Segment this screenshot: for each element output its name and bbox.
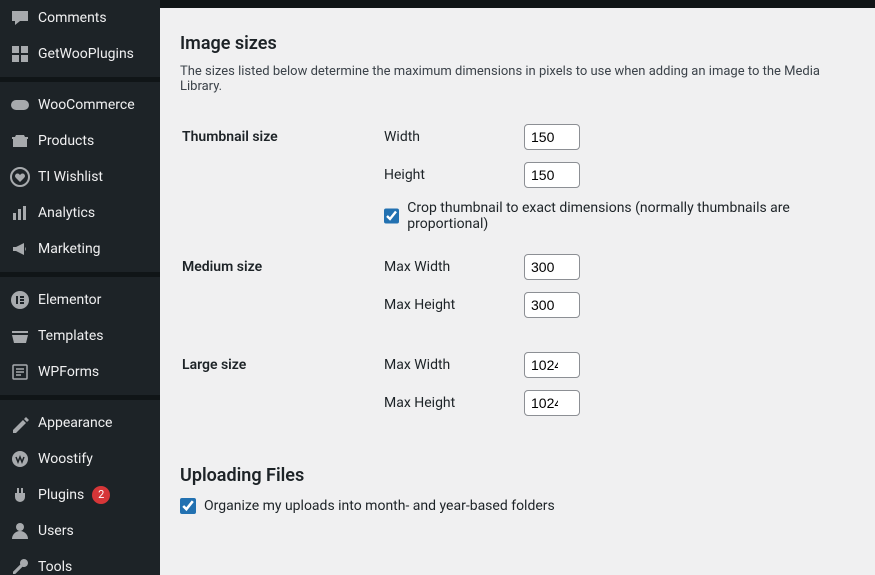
marketing-icon: [10, 239, 30, 259]
sidebar-item-label: Tools: [38, 559, 72, 575]
sidebar-item-label: Marketing: [38, 241, 101, 257]
organize-uploads-label: Organize my uploads into month- and year…: [204, 498, 555, 514]
sidebar-item-users[interactable]: Users: [0, 513, 160, 549]
sidebar-separator: [0, 395, 160, 400]
sidebar-item-label: Templates: [38, 328, 104, 344]
heart-icon: [10, 167, 30, 187]
sidebar-item-woostify[interactable]: Woostify: [0, 441, 160, 477]
sidebar-item-products[interactable]: Products: [0, 123, 160, 159]
crop-thumbnail-label: Crop thumbnail to exact dimensions (norm…: [407, 200, 853, 232]
sidebar-item-label: WooCommerce: [38, 97, 135, 113]
medium-maxw-label: Max Width: [384, 259, 504, 275]
woostify-icon: [10, 449, 30, 469]
crop-thumbnail-checkbox[interactable]: [384, 208, 399, 224]
sidebar-item-label: TI Wishlist: [38, 169, 103, 185]
sidebar-item-getwooplugins[interactable]: GetWooPlugins: [0, 36, 160, 72]
organize-uploads-checkbox[interactable]: [180, 498, 196, 514]
sidebar-item-templates[interactable]: Templates: [0, 318, 160, 354]
sidebar-item-label: Appearance: [38, 415, 112, 431]
comments-icon: [10, 8, 30, 28]
thumbnail-width-input[interactable]: [524, 124, 580, 150]
large-maxh-label: Max Height: [384, 395, 504, 411]
sidebar-item-label: Woostify: [38, 451, 93, 467]
sidebar-separator: [0, 77, 160, 82]
medium-maxh-input[interactable]: [524, 292, 580, 318]
large-maxh-input[interactable]: [524, 390, 580, 416]
sidebar-item-label: Products: [38, 133, 94, 149]
main-content: Image sizes The sizes listed below deter…: [160, 0, 875, 575]
large-row-label: Large size: [182, 342, 382, 438]
thumbnail-row-label: Thumbnail size: [182, 114, 382, 242]
tools-icon: [10, 557, 30, 575]
sidebar-item-label: WPForms: [38, 364, 99, 380]
sidebar-item-label: GetWooPlugins: [38, 46, 134, 62]
sidebar-item-label: Elementor: [38, 292, 101, 308]
medium-maxh-label: Max Height: [384, 297, 504, 313]
sidebar-item-appearance[interactable]: Appearance: [0, 405, 160, 441]
templates-icon: [10, 326, 30, 346]
sidebar-item-comments[interactable]: Comments: [0, 0, 160, 36]
elementor-icon: [10, 290, 30, 310]
medium-maxw-input[interactable]: [524, 254, 580, 280]
sidebar-item-elementor[interactable]: Elementor: [0, 282, 160, 318]
top-strip: [160, 0, 875, 8]
users-icon: [10, 521, 30, 541]
sidebar-item-analytics[interactable]: Analytics: [0, 195, 160, 231]
image-sizes-form: Thumbnail size Width Height Crop thumbna…: [180, 112, 855, 440]
appearance-icon: [10, 413, 30, 433]
plugins-icon: [10, 485, 30, 505]
large-maxw-input[interactable]: [524, 352, 580, 378]
products-icon: [10, 131, 30, 151]
thumbnail-height-label: Height: [384, 167, 504, 183]
wpforms-icon: [10, 362, 30, 382]
sidebar-item-label: Users: [38, 523, 74, 539]
admin-sidebar: Comments GetWooPlugins WooCommerce Produ…: [0, 0, 160, 575]
sidebar-item-marketing[interactable]: Marketing: [0, 231, 160, 267]
sidebar-separator: [0, 272, 160, 277]
uploading-files-heading: Uploading Files: [180, 465, 855, 486]
settings-media-page: Image sizes The sizes listed below deter…: [160, 8, 875, 529]
sidebar-item-woocommerce[interactable]: WooCommerce: [0, 87, 160, 123]
sidebar-item-ti-wishlist[interactable]: TI Wishlist: [0, 159, 160, 195]
thumbnail-height-input[interactable]: [524, 162, 580, 188]
medium-row-label: Medium size: [182, 244, 382, 340]
sidebar-item-label: Analytics: [38, 205, 95, 221]
woocommerce-icon: [10, 95, 30, 115]
large-maxw-label: Max Width: [384, 357, 504, 373]
analytics-icon: [10, 203, 30, 223]
image-sizes-desc: The sizes listed below determine the max…: [180, 64, 855, 94]
sidebar-item-label: Comments: [38, 10, 107, 26]
sidebar-item-wpforms[interactable]: WPForms: [0, 354, 160, 390]
sidebar-item-plugins[interactable]: Plugins 2: [0, 477, 160, 513]
thumbnail-width-label: Width: [384, 129, 504, 145]
sidebar-item-label: Plugins: [38, 487, 84, 503]
update-badge: 2: [92, 486, 110, 504]
gwp-icon: [10, 44, 30, 64]
image-sizes-heading: Image sizes: [180, 33, 855, 54]
sidebar-item-tools[interactable]: Tools: [0, 549, 160, 575]
